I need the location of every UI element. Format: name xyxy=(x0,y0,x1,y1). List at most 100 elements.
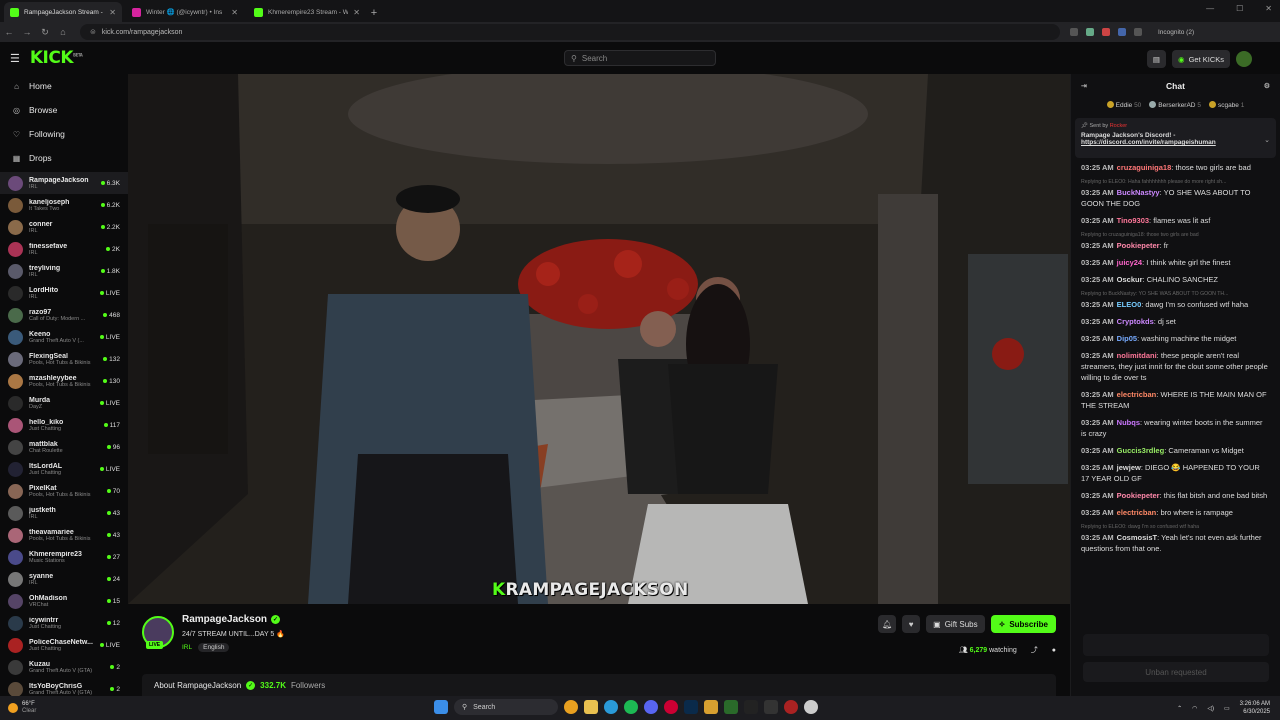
category-link[interactable]: IRL xyxy=(182,644,192,651)
new-tab-icon[interactable]: + xyxy=(366,4,382,22)
language-tag[interactable]: English xyxy=(198,643,230,652)
volume-icon[interactable]: ◁) xyxy=(1207,705,1214,712)
sidebar-channel[interactable]: PixelKat Pools, Hot Tubs & Bikinis 70 xyxy=(0,480,128,502)
message-username[interactable]: Pookiepeter xyxy=(1117,491,1160,500)
collapse-chat-icon[interactable]: ⇥ xyxy=(1081,82,1087,90)
app-icon[interactable] xyxy=(704,700,718,714)
sidebar-channel[interactable]: OhMadison VRChat 15 xyxy=(0,590,128,612)
menu-icon[interactable]: ☰ xyxy=(10,52,20,65)
sidebar-channel[interactable]: justketh IRL 43 xyxy=(0,502,128,524)
windows-start-icon[interactable] xyxy=(434,700,448,714)
home-browser-icon[interactable]: ⌂ xyxy=(54,27,72,37)
sidebar-channel[interactable]: kaneljoseph It Takes Two 6.2K xyxy=(0,194,128,216)
extension-icon[interactable] xyxy=(1118,28,1126,36)
edge-icon[interactable] xyxy=(604,700,618,714)
message-username[interactable]: electricban xyxy=(1117,508,1157,517)
browser-tab[interactable]: Khmerempire23 Stream - Watch ✕ xyxy=(248,2,366,22)
sidebar-channel[interactable]: conner IRL 2.2K xyxy=(0,216,128,238)
tab-close-icon[interactable]: ✕ xyxy=(231,8,238,17)
sidebar-channel[interactable]: mzashleyybee Pools, Hot Tubs & Bikinis 130 xyxy=(0,370,128,392)
sidebar-nav-browse[interactable]: ◎ Browse xyxy=(0,98,128,122)
message-username[interactable]: Tino9303 xyxy=(1117,216,1149,225)
theater-mode-button[interactable]: ▤ xyxy=(1146,50,1167,68)
url-field[interactable]: ⊜ kick.com/rampagejackson xyxy=(80,24,1060,40)
app-icon[interactable] xyxy=(664,700,678,714)
extension-icon[interactable] xyxy=(1086,28,1094,36)
chat-settings-icon[interactable]: ⚙ xyxy=(1264,82,1270,90)
sidebar-channel[interactable]: mattblak Chat Roulette 96 xyxy=(0,436,128,458)
browser-tab[interactable]: RampageJackson Stream - ✕ xyxy=(4,2,122,22)
file-explorer-icon[interactable] xyxy=(584,700,598,714)
message-username[interactable]: jewjew xyxy=(1117,463,1141,472)
spotify-icon[interactable] xyxy=(624,700,638,714)
site-info-icon[interactable]: ⊜ xyxy=(90,28,96,36)
sidebar-nav-drops[interactable]: ▦ Drops xyxy=(0,146,128,170)
message-username[interactable]: cruzaguiniga18 xyxy=(1117,163,1172,172)
tray-chevron-icon[interactable]: ⌃ xyxy=(1177,705,1182,712)
video-player[interactable] xyxy=(128,74,1070,604)
photoshop-icon[interactable] xyxy=(684,700,698,714)
kick-logo[interactable]: KICKBETA xyxy=(30,48,83,68)
chrome-icon[interactable] xyxy=(564,700,578,714)
maximize-icon[interactable]: ☐ xyxy=(1236,4,1243,13)
leaderboard-entry[interactable]: BerserkerAD 5 xyxy=(1149,101,1201,109)
terminal-icon[interactable] xyxy=(764,700,778,714)
reload-icon[interactable]: ↻ xyxy=(36,27,54,38)
extension-icon[interactable] xyxy=(1134,28,1142,36)
share-icon[interactable]: ⤴ xyxy=(1031,645,1038,655)
message-username[interactable]: BuckNastyy xyxy=(1117,188,1160,197)
tab-close-icon[interactable]: ✕ xyxy=(109,8,116,17)
unban-requested-button[interactable]: Unban requested xyxy=(1083,662,1269,682)
streamer-name[interactable]: RampageJackson xyxy=(182,614,267,625)
clock[interactable]: 3:26:06 AM 6/30/2025 xyxy=(1240,700,1270,716)
message-username[interactable]: electricban xyxy=(1117,390,1157,399)
follow-button[interactable]: ♥ xyxy=(902,615,921,633)
user-avatar[interactable] xyxy=(1236,51,1252,67)
minimize-icon[interactable]: — xyxy=(1206,4,1214,13)
wifi-icon[interactable]: ◠ xyxy=(1192,705,1197,712)
sidebar-channel[interactable]: razo97 Call of Duty: Modern ... 468 xyxy=(0,304,128,326)
sidebar-channel[interactable]: theavamariee Pools, Hot Tubs & Bikinis 43 xyxy=(0,524,128,546)
message-username[interactable]: juicy24 xyxy=(1117,258,1142,267)
message-username[interactable]: CosmosisT xyxy=(1117,533,1157,542)
sidebar-channel[interactable]: syanne IRL 24 xyxy=(0,568,128,590)
notification-button[interactable]: 🔔︎ xyxy=(878,615,897,633)
capcut-icon[interactable] xyxy=(744,700,758,714)
tab-close-icon[interactable]: ✕ xyxy=(353,8,360,17)
browser-tab[interactable]: Winter 🌐 (@icywntr) • Ins ✕ xyxy=(126,2,244,22)
message-username[interactable]: Dip05 xyxy=(1117,334,1137,343)
sidebar-channel[interactable]: LordHito IRL LIVE xyxy=(0,282,128,304)
message-username[interactable]: Osckur xyxy=(1117,275,1143,284)
sidebar-channel[interactable]: hello_kiko Just Chatting 117 xyxy=(0,414,128,436)
get-kicks-button[interactable]: ◉ Get KICKs xyxy=(1172,50,1230,68)
subscribe-button[interactable]: ✧ Subscribe xyxy=(990,615,1056,633)
extension-icon[interactable] xyxy=(1070,28,1078,36)
sidebar-nav-following[interactable]: ♡ Following xyxy=(0,122,128,146)
sidebar-channel[interactable]: treyliving IRL 1.8K xyxy=(0,260,128,282)
sidebar-channel[interactable]: Murda DayZ LIVE xyxy=(0,392,128,414)
battery-icon[interactable]: ▭ xyxy=(1224,705,1230,712)
message-username[interactable]: nolimitdani xyxy=(1117,351,1157,360)
taskbar-search[interactable]: ⚲ Search xyxy=(454,699,558,715)
sidebar-channel[interactable]: ItsYoBoyChrisG Grand Theft Auto V (GTA) 2 xyxy=(0,678,128,696)
leaderboard-entry[interactable]: scgabe 1 xyxy=(1208,101,1244,109)
incognito-indicator[interactable]: Incognito (2) xyxy=(1158,29,1194,36)
sidebar-channel[interactable]: ItsLordAL Just Chatting LIVE xyxy=(0,458,128,480)
gift-subs-button[interactable]: ▣ Gift Subs xyxy=(926,615,985,633)
leaderboard-entry[interactable]: Eddie 50 xyxy=(1106,101,1141,109)
sidebar-channel[interactable]: finessefave IRL 2K xyxy=(0,238,128,260)
forward-icon[interactable]: → xyxy=(18,27,36,37)
pinned-expand-icon[interactable]: ⌄ xyxy=(1264,136,1270,144)
sidebar-channel[interactable]: Khmerempire23 Music Stations 27 xyxy=(0,546,128,568)
sidebar-nav-home[interactable]: ⌂ Home xyxy=(0,74,128,98)
message-username[interactable]: ELEO0 xyxy=(1117,300,1142,309)
sidebar-channel[interactable]: FlexingSeal Pools, Hot Tubs & Bikinis 132 xyxy=(0,348,128,370)
pinned-link[interactable]: https://discord.com/invite/rampageishuma… xyxy=(1081,139,1270,146)
back-icon[interactable]: ← xyxy=(0,27,18,37)
sidebar-channel[interactable]: PoliceChaseNetw... Just Chatting LIVE xyxy=(0,634,128,656)
message-username[interactable]: Cryptokds xyxy=(1117,317,1154,326)
search-input[interactable]: ⚲ Search xyxy=(564,50,716,66)
sidebar-channel[interactable]: RampageJackson IRL 6.3K xyxy=(0,172,128,194)
weather-widget[interactable]: 66°F Clear xyxy=(8,701,36,715)
app-icon[interactable] xyxy=(804,700,818,714)
